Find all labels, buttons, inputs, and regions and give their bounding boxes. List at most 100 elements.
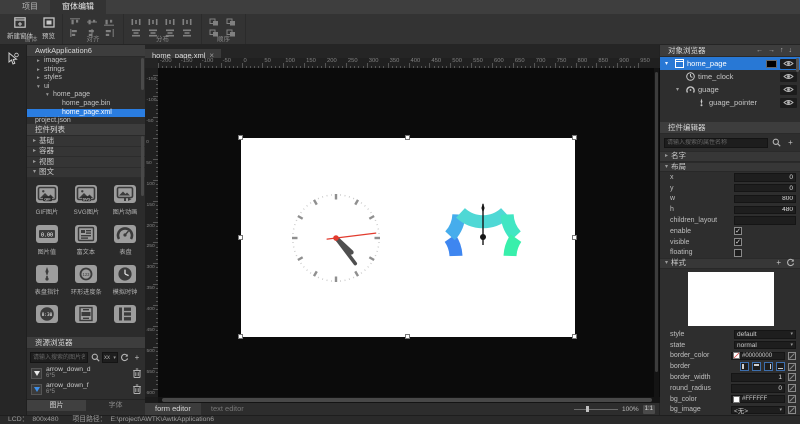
widget-category-视图[interactable]: ▸视图 [27,157,145,168]
project-tree-item-images[interactable]: ▸images [27,57,145,66]
dist-left-icon[interactable] [131,18,141,26]
canvas-vertical-scrollbar[interactable] [654,68,659,397]
dist-hspace-icon[interactable] [182,18,192,26]
align-bottom-icon[interactable] [104,18,114,26]
chevron-down-icon[interactable]: ▾ [676,86,682,93]
widget-category-容器[interactable]: ▸容器 [27,147,145,158]
visibility-eye-icon[interactable] [780,59,797,69]
align-top-icon[interactable] [70,18,80,26]
object-node-guage[interactable]: ▾guage [660,83,800,96]
object-node-guage_pointer[interactable]: guage_pointer [660,96,800,109]
color-field-bg_color[interactable]: #FFFFFF [731,395,785,404]
checkbox-floating[interactable] [734,249,742,257]
select-state[interactable]: normal▾ [734,341,796,350]
project-panel-header[interactable]: AwtkApplication6 [27,45,145,57]
checkbox-visible[interactable]: ✓ [734,238,742,246]
add-property-button[interactable]: + [785,137,796,148]
property-search-input[interactable] [664,138,768,148]
resource-tab-图片[interactable]: 图片 [27,399,86,411]
inherit-icon[interactable] [788,395,796,403]
widget-item-GIF图片[interactable]: GIFGIF图片 [27,185,66,216]
inherit-icon[interactable] [788,373,796,381]
resource-item-arrow_down_f[interactable]: arrow_down_f6*5 [27,381,145,397]
menu-tab-窗体编辑[interactable]: 窗体编辑 [50,0,106,14]
selection-handle[interactable] [238,235,243,240]
dist-right-icon[interactable] [165,18,175,26]
pointer-tool-icon[interactable] [5,50,21,66]
inherit-icon[interactable] [788,406,796,414]
widget-item-图片值[interactable]: 0.00图片值 [27,225,66,256]
chevron-right-icon[interactable]: ▸ [37,74,40,83]
tab-text-editor[interactable]: text editor [201,403,254,415]
selection-handle[interactable] [572,235,577,240]
project-tree-item-project.json[interactable]: project.json [27,117,145,124]
widget-item[interactable]: 8:30 [27,305,66,326]
widget-item[interactable] [106,305,145,326]
select-bg_image[interactable]: <无>▾ [731,406,785,415]
down-icon[interactable]: ↓ [789,45,793,57]
selection-handle[interactable] [405,135,410,140]
widget-category-基础[interactable]: ▸基础 [27,136,145,147]
property-input-children_layout[interactable] [734,216,796,225]
project-tree-scrollbar[interactable] [141,58,144,90]
widget-item[interactable] [66,305,105,326]
align-middle-icon[interactable] [87,18,97,26]
visibility-eye-icon[interactable] [780,98,797,108]
refresh-icon[interactable] [120,352,130,363]
section-header-样式[interactable]: ▾样式+ [660,258,800,269]
search-icon[interactable] [90,352,100,363]
widget-item-表盘[interactable]: 表盘 [106,225,145,256]
section-header-名字[interactable]: ▸名字 [660,151,800,162]
resource-filter-select[interactable]: xx ▾ [102,352,118,363]
project-tree-item-home_page.bin[interactable]: home_page.bin [27,100,145,109]
widget-item-富文本[interactable]: 富文本 [66,225,105,256]
chevron-right-icon[interactable]: ▸ [37,66,40,75]
widget-item-表盘指针[interactable]: 表盘指针 [27,265,66,296]
search-icon[interactable] [771,137,782,148]
resource-item-arrow_down_d[interactable]: arrow_down_d6*5 [27,365,145,381]
selection-handle[interactable] [572,334,577,339]
forward-icon[interactable]: → [768,45,775,57]
inherit-icon[interactable] [788,363,796,371]
visibility-eye-icon[interactable] [780,85,797,95]
visibility-eye-icon[interactable] [780,72,797,82]
resource-browser-header[interactable]: 资源浏览器 [27,337,145,349]
object-node-time_clock[interactable]: time_clock [660,70,800,83]
chevron-right-icon[interactable]: ▸ [37,57,40,66]
widget-list-scrollbar[interactable] [141,136,144,196]
order-backward-icon[interactable] [226,18,236,26]
selection-handle[interactable] [405,334,410,339]
gauge-widget[interactable] [437,191,529,283]
project-tree-item-styles[interactable]: ▸styles [27,74,145,83]
inherit-icon[interactable] [788,384,796,392]
object-tree-scrollbar[interactable] [796,58,799,72]
design-viewport[interactable] [158,68,660,397]
property-input-x[interactable] [734,173,796,182]
chevron-down-icon[interactable]: ▾ [665,60,671,67]
object-node-home_page[interactable]: ▾home_page [660,57,800,70]
selection-handle[interactable] [572,135,577,140]
resource-search-input[interactable] [30,352,88,363]
property-input-round_radius[interactable] [731,384,785,393]
section-header-布局[interactable]: ▾布局 [660,162,800,173]
zoom-slider[interactable] [574,403,618,415]
select-style[interactable]: default▾ [734,330,796,339]
resource-tab-字体[interactable]: 字体 [86,399,145,411]
inherit-icon[interactable] [788,352,796,360]
widget-item-图片动画[interactable]: 图片动画 [106,185,145,216]
tab-form-editor[interactable]: form editor [145,403,201,415]
property-input-y[interactable] [734,184,796,193]
trash-icon[interactable] [133,368,141,378]
selection-handle[interactable] [238,334,243,339]
property-input-h[interactable] [734,206,796,215]
border-right-button[interactable] [764,362,773,371]
menu-tab-项目[interactable]: 项目 [10,0,50,14]
chevron-down-icon[interactable]: ▾ [37,83,40,92]
widget-list-header[interactable]: 控件列表 [27,124,145,136]
checkbox-enable[interactable]: ✓ [734,227,742,235]
color-field-border_color[interactable]: #00000000 [731,352,785,361]
object-browser-header[interactable]: 对象浏览器 ←→↑↓ [660,45,800,57]
project-tree-item-home_page[interactable]: ▾home_page [27,91,145,100]
chevron-down-icon[interactable]: ▾ [46,91,49,100]
widget-item-模拟时钟[interactable]: 模拟时钟 [106,265,145,296]
